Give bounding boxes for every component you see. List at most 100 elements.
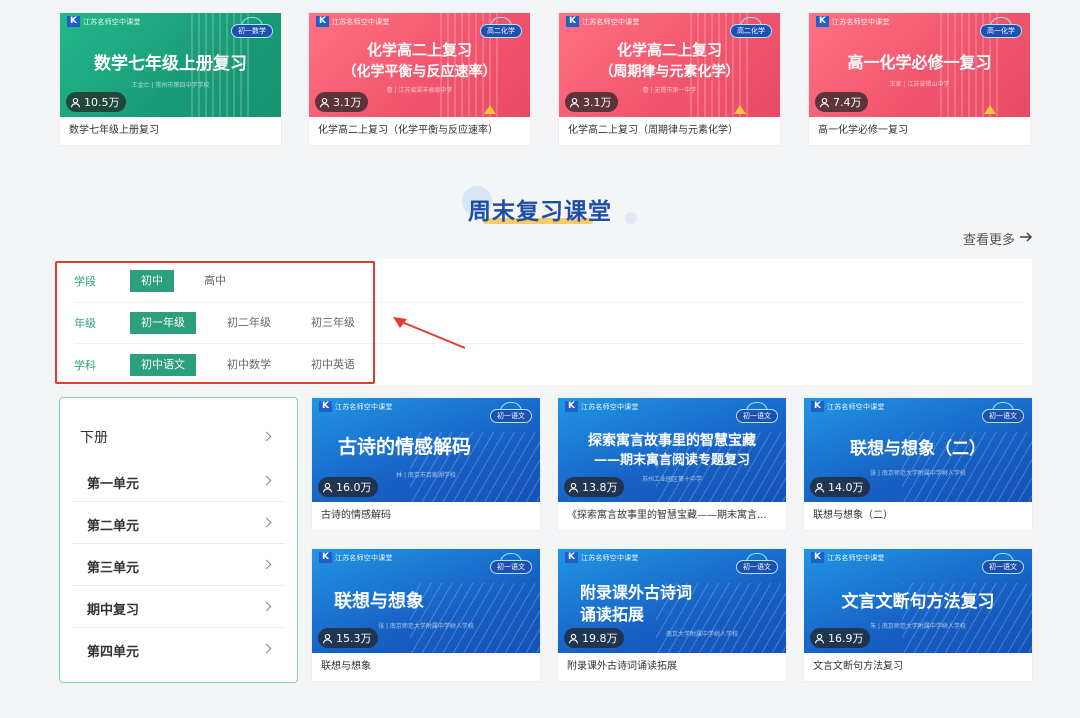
view-count: 15.3万 bbox=[318, 628, 378, 648]
course-card[interactable]: K 江苏名师空中课堂 初一语文 探索寓言故事里的智慧宝藏 ——期末寓言阅读专题复习… bbox=[557, 397, 787, 531]
course-title[interactable]: 附录课外古诗词诵读拓展 bbox=[558, 653, 786, 681]
course-card[interactable]: K 江苏名师空中课堂 初一语文 联想与想象（二） 张 | 南京师范大学附属中学树人… bbox=[803, 397, 1033, 531]
user-icon bbox=[819, 97, 830, 108]
banner-subtitle: ——期末寓言阅读专题复习 bbox=[593, 453, 750, 468]
course-thumbnail[interactable]: K 江苏名师空中课堂 初一语文 文言文断句方法复习 朱 | 南京师范大学附属中学树… bbox=[804, 549, 1032, 653]
user-icon bbox=[568, 633, 579, 644]
user-icon bbox=[319, 97, 330, 108]
top-course-card[interactable]: K 江苏名师空中课堂 高二化学 化学高二上复习 （周期律与元素化学） 曹 | 无锡… bbox=[558, 12, 781, 146]
banner-subtitle: （周期律与元素化学） bbox=[599, 64, 740, 80]
brand-logo: K 江苏名师空中课堂 bbox=[811, 401, 885, 412]
banner-title: 探索寓言故事里的智慧宝藏 bbox=[588, 433, 756, 449]
subject-tag: 初一语文 bbox=[736, 553, 778, 574]
course-thumbnail[interactable]: K 江苏名师空中课堂 初一语文 古诗的情感解码 林 | 南京市百家湖学校 16.0… bbox=[312, 398, 540, 502]
chevron-right-icon bbox=[261, 601, 272, 612]
brand-logo: K 江苏名师空中课堂 bbox=[811, 552, 885, 563]
subject-tag: 高二化学 bbox=[730, 17, 772, 38]
course-title[interactable]: 联想与想象 bbox=[312, 653, 540, 681]
decoration bbox=[984, 105, 996, 114]
banner-title: 附录课外古诗词 bbox=[580, 583, 693, 602]
course-title[interactable]: 化学高二上复习（周期律与元素化学） bbox=[559, 117, 780, 145]
subject-tag: 高一化学 bbox=[980, 17, 1022, 38]
course-title[interactable]: 数学七年级上册复习 bbox=[60, 117, 281, 145]
arrow-right-icon bbox=[1020, 231, 1033, 246]
view-count: 16.0万 bbox=[318, 477, 378, 497]
view-count: 10.5万 bbox=[66, 92, 126, 112]
course-title[interactable]: 《探索寓言故事里的智慧宝藏——期末寓言... bbox=[558, 502, 786, 530]
course-card[interactable]: K 江苏名师空中课堂 初一语文 古诗的情感解码 林 | 南京市百家湖学校 16.0… bbox=[311, 397, 541, 531]
section-title: 周末复习课堂 bbox=[468, 199, 612, 225]
annotation-arrow bbox=[393, 317, 466, 349]
course-card[interactable]: K 江苏名师空中课堂 初一语文 联想与想象 张 | 南京师范大学附属中学树人学校 … bbox=[311, 548, 541, 682]
banner-title: 数学七年级上册复习 bbox=[94, 54, 247, 74]
course-title[interactable]: 化学高二上复习（化学平衡与反应速率） bbox=[309, 117, 530, 145]
banner-teacher: 王金亡 | 常州市第四中学学校 bbox=[131, 82, 210, 89]
course-thumbnail[interactable]: K 江苏名师空中课堂 初一语文 联想与想象（二） 张 | 南京师范大学附属中学树人… bbox=[804, 398, 1032, 502]
sidebar-item[interactable]: 第四单元 bbox=[72, 628, 286, 670]
course-title[interactable]: 古诗的情感解码 bbox=[312, 502, 540, 530]
view-count: 3.1万 bbox=[565, 92, 618, 112]
user-icon bbox=[322, 633, 333, 644]
top-course-card[interactable]: K 江苏名师空中课堂 初一数学 数学七年级上册复习 王金亡 | 常州市第四中学学校… bbox=[59, 12, 282, 146]
banner-title: 古诗的情感解码 bbox=[338, 436, 472, 458]
highlight-box bbox=[55, 261, 375, 384]
chevron-right-icon bbox=[261, 475, 272, 486]
chevron-right-icon bbox=[261, 643, 272, 654]
brand-logo: K 江苏名师空中课堂 bbox=[816, 16, 890, 27]
user-icon bbox=[70, 97, 81, 108]
banner-teacher: 张 | 南京师范大学附属中学树人学校 bbox=[870, 470, 966, 477]
user-icon bbox=[569, 97, 580, 108]
banner-subtitle: 诵读拓展 bbox=[580, 605, 645, 624]
top-course-card[interactable]: K 江苏名师空中课堂 高一化学 高一化学必修一复习 王家 | 江苏省锡山中学 7.… bbox=[808, 12, 1031, 146]
view-count: 14.0万 bbox=[810, 477, 870, 497]
banner-teacher: 王家 | 江苏省锡山中学 bbox=[889, 81, 950, 88]
sidebar-item[interactable]: 第一单元 bbox=[72, 460, 286, 502]
subject-tag: 初一语文 bbox=[736, 402, 778, 423]
course-card[interactable]: K 江苏名师空中课堂 初一语文 文言文断句方法复习 朱 | 南京师范大学附属中学树… bbox=[803, 548, 1033, 682]
course-card[interactable]: K 江苏名师空中课堂 初一语文 附录课外古诗词 诵读拓展 南京大学附属中学树人学校… bbox=[557, 548, 787, 682]
user-icon bbox=[814, 633, 825, 644]
course-thumbnail[interactable]: K 江苏名师空中课堂 高二化学 化学高二上复习 （周期律与元素化学） 曹 | 无锡… bbox=[559, 13, 780, 117]
course-title[interactable]: 文言文断句方法复习 bbox=[804, 653, 1032, 681]
brand-logo: K 江苏名师空中课堂 bbox=[566, 16, 640, 27]
course-thumbnail[interactable]: K 江苏名师空中课堂 初一语文 探索寓言故事里的智慧宝藏 ——期末寓言阅读专题复习… bbox=[558, 398, 786, 502]
subject-tag: 初一数学 bbox=[231, 17, 273, 38]
view-count: 3.1万 bbox=[315, 92, 368, 112]
course-thumbnail[interactable]: K 江苏名师空中课堂 高二化学 化学高二上复习 （化学平衡与反应速率） 曹 | 江… bbox=[309, 13, 530, 117]
view-count: 13.8万 bbox=[564, 477, 624, 497]
chevron-right-icon bbox=[261, 559, 272, 570]
view-more-link[interactable]: 查看更多 bbox=[963, 229, 1033, 248]
brand-logo: K 江苏名师空中课堂 bbox=[565, 552, 639, 563]
sidebar-item[interactable]: 第二单元 bbox=[72, 502, 286, 544]
unit-sidebar: 下册 第一单元 第二单元 第三单元 期中复习 第四单元 bbox=[59, 397, 298, 683]
brand-logo: K 江苏名师空中课堂 bbox=[565, 401, 639, 412]
brand-logo: K 江苏名师空中课堂 bbox=[319, 401, 393, 412]
course-title[interactable]: 高一化学必修一复习 bbox=[809, 117, 1030, 145]
view-count: 16.9万 bbox=[810, 628, 870, 648]
subject-tag: 初一语文 bbox=[490, 402, 532, 423]
course-thumbnail[interactable]: K 江苏名师空中课堂 高一化学 高一化学必修一复习 王家 | 江苏省锡山中学 7.… bbox=[809, 13, 1030, 117]
sidebar-item[interactable]: 期中复习 bbox=[72, 586, 286, 628]
subject-tag: 初一语文 bbox=[982, 402, 1024, 423]
banner-title: 联想与想象（二） bbox=[850, 439, 986, 459]
top-course-card[interactable]: K 江苏名师空中课堂 高二化学 化学高二上复习 （化学平衡与反应速率） 曹 | 江… bbox=[308, 12, 531, 146]
banner-teacher: 南京大学附属中学树人学校 bbox=[665, 631, 738, 638]
user-icon bbox=[568, 482, 579, 493]
course-thumbnail[interactable]: K 江苏名师空中课堂 初一数学 数学七年级上册复习 王金亡 | 常州市第四中学学校… bbox=[60, 13, 281, 117]
banner-title: 文言文断句方法复习 bbox=[841, 592, 995, 612]
chevron-right-icon bbox=[261, 431, 272, 442]
course-thumbnail[interactable]: K 江苏名师空中课堂 初一语文 附录课外古诗词 诵读拓展 南京大学附属中学树人学校… bbox=[558, 549, 786, 653]
brand-logo: K 江苏名师空中课堂 bbox=[319, 552, 393, 563]
subject-tag: 初一语文 bbox=[982, 553, 1024, 574]
sidebar-item[interactable]: 第三单元 bbox=[72, 544, 286, 586]
decoration bbox=[734, 105, 746, 114]
user-icon bbox=[814, 482, 825, 493]
chevron-right-icon bbox=[261, 517, 272, 528]
subject-tag: 高二化学 bbox=[480, 17, 522, 38]
sidebar-heading[interactable]: 下册 bbox=[80, 427, 108, 447]
course-thumbnail[interactable]: K 江苏名师空中课堂 初一语文 联想与想象 张 | 南京师范大学附属中学树人学校 … bbox=[312, 549, 540, 653]
decoration bbox=[484, 105, 496, 114]
banner-subtitle: （化学平衡与反应速率） bbox=[342, 64, 497, 80]
view-count: 7.4万 bbox=[815, 92, 868, 112]
course-title[interactable]: 联想与想象（二） bbox=[804, 502, 1032, 530]
